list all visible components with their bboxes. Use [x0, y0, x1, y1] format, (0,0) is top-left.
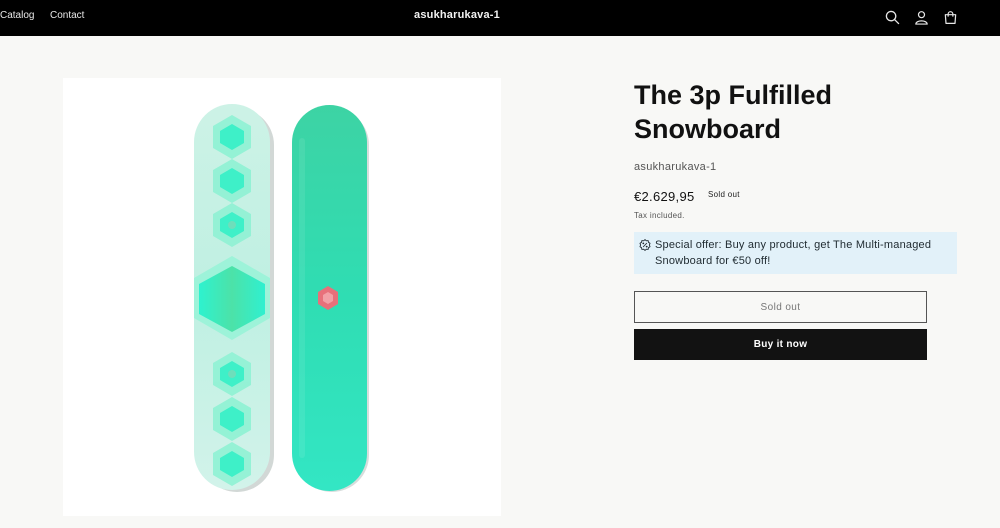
status-badge: Sold out: [708, 190, 740, 199]
search-icon[interactable]: [883, 8, 901, 26]
snowboard-illustration: [194, 104, 369, 492]
product-vendor: asukharukava-1: [634, 161, 717, 173]
board-front: [194, 104, 274, 492]
tax-note: Tax included.: [634, 211, 685, 220]
store-logo[interactable]: asukharukava-1: [0, 9, 914, 21]
buy-it-now-button[interactable]: Buy it now: [634, 329, 927, 360]
product-price: €2.629,95: [634, 189, 695, 204]
cart-icon[interactable]: [941, 8, 959, 26]
product-image[interactable]: [63, 78, 501, 516]
sold-out-button[interactable]: Sold out: [634, 291, 927, 323]
account-icon[interactable]: [912, 8, 930, 26]
product-title: The 3p Fulfilled Snowboard: [634, 80, 833, 144]
special-offer-text: Special offer: Buy any product, get The …: [655, 239, 932, 267]
site-header: Catalog Contact asukharukava-1: [0, 0, 1000, 36]
discount-icon: [639, 238, 651, 252]
board-back: [292, 105, 369, 492]
special-offer-banner: Special offer: Buy any product, get The …: [634, 232, 957, 274]
